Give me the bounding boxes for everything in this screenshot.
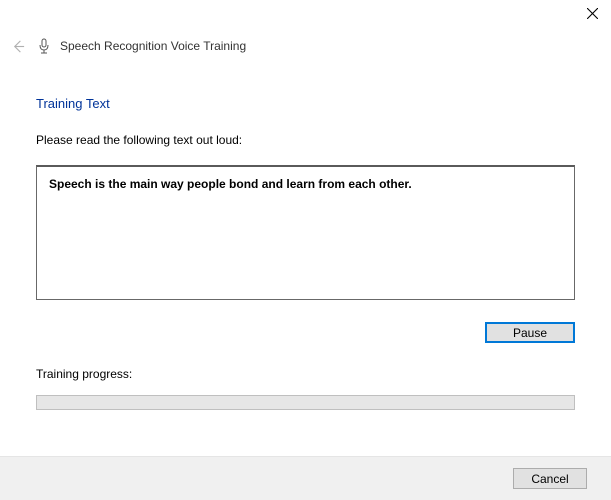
cancel-button[interactable]: Cancel (513, 468, 587, 489)
page-heading: Training Text (36, 96, 575, 111)
pause-row: Pause (36, 322, 575, 343)
titlebar (0, 0, 611, 32)
progress-label: Training progress: (36, 367, 575, 381)
close-icon[interactable] (583, 4, 601, 22)
content-area: Training Text Please read the following … (0, 56, 611, 410)
microphone-icon (36, 38, 52, 54)
header: Speech Recognition Voice Training (0, 32, 611, 56)
training-text-box: Speech is the main way people bond and l… (36, 165, 575, 300)
window-title: Speech Recognition Voice Training (60, 39, 246, 53)
footer: Cancel (0, 456, 611, 500)
instruction-text: Please read the following text out loud: (36, 133, 575, 147)
progress-bar (36, 395, 575, 410)
pause-button[interactable]: Pause (485, 322, 575, 343)
training-text: Speech is the main way people bond and l… (49, 177, 562, 191)
back-arrow-icon (8, 36, 28, 56)
